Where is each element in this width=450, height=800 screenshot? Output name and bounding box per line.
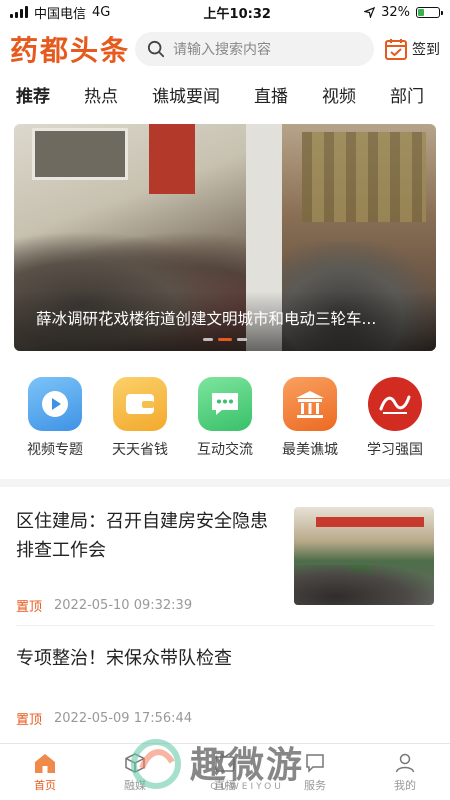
quick-link-beautiful-qiaocheng[interactable]: 最美谯城 <box>271 377 349 459</box>
carousel-dot-active <box>218 338 232 341</box>
search-bar[interactable]: 请输入搜索内容 <box>135 32 374 66</box>
section-divider <box>0 479 450 487</box>
carousel-dot <box>203 338 213 341</box>
watermark-logo-icon <box>131 739 181 789</box>
pinned-tag: 置顶 <box>16 713 43 728</box>
news-date: 2022-05-10 09:32:39 <box>54 598 193 613</box>
news-meta: 置顶 2022-05-09 17:56:44 <box>16 709 434 738</box>
news-date: 2022-05-09 17:56:44 <box>54 711 193 726</box>
watermark: 趣微游 QUWEIYOU <box>130 736 304 792</box>
home-icon <box>35 753 55 773</box>
news-meta: 置顶 2022-05-10 09:32:39 <box>16 596 271 625</box>
quick-link-label: 视频专题 <box>27 442 83 458</box>
quick-link-label: 学习强国 <box>367 442 423 458</box>
signin-label: 签到 <box>412 42 440 58</box>
app-header: 药都头条 请输入搜索内容 签到 <box>0 24 450 74</box>
service-icon <box>306 753 324 773</box>
battery-icon <box>415 6 443 18</box>
location-arrow-icon <box>364 6 376 18</box>
news-item[interactable]: 区住建局：召开自建房安全隐患排查工作会 置顶 2022-05-10 09:32:… <box>16 487 434 626</box>
news-text: 区住建局：召开自建房安全隐患排查工作会 置顶 2022-05-10 09:32:… <box>16 507 271 625</box>
tab-hot[interactable]: 热点 <box>84 82 118 107</box>
clock: 上午10:32 <box>203 6 271 22</box>
play-video-icon <box>28 377 82 431</box>
quick-link-video[interactable]: 视频专题 <box>16 377 94 459</box>
network-label: 4G <box>92 4 111 20</box>
news-title: 专项整治！宋保众带队检查 <box>16 648 232 669</box>
tabbar-mine[interactable]: 我的 <box>375 752 435 793</box>
quick-links: 视频专题 天天省钱 互动交流 最美谯城 学习强国 <box>0 377 450 459</box>
quick-link-save-money[interactable]: 天天省钱 <box>101 377 179 459</box>
quick-link-label: 天天省钱 <box>112 442 168 458</box>
tab-live[interactable]: 直播 <box>254 82 288 107</box>
tabbar-label: 我的 <box>394 778 416 792</box>
news-title: 区住建局：召开自建房安全隐患排查工作会 <box>16 511 268 561</box>
status-bar: 中国电信 4G 上午10:32 32% <box>0 0 450 24</box>
carousel-indicator <box>203 338 247 341</box>
carousel-dot <box>237 338 247 341</box>
status-right: 32% <box>364 4 443 20</box>
banner-caption: 薛冰调研花戏楼街道创建文明城市和电动三轮车... <box>36 310 377 328</box>
tabbar-label: 服务 <box>304 778 326 792</box>
calendar-check-icon <box>385 39 407 60</box>
tab-recommend[interactable]: 推荐 <box>16 82 50 107</box>
channel-tabs: 推荐 热点 谯城要闻 直播 视频 部门 <box>0 74 450 114</box>
signin-button[interactable]: 签到 <box>384 37 440 61</box>
tabbar-home[interactable]: 首页 <box>15 752 75 793</box>
news-item[interactable]: 专项整治！宋保众带队检查 置顶 2022-05-09 17:56:44 <box>16 626 434 736</box>
banner-carousel[interactable]: 薛冰调研花戏楼街道创建文明城市和电动三轮车... <box>14 124 436 351</box>
wallet-icon <box>113 377 167 431</box>
app-logo: 药都头条 <box>10 34 131 67</box>
tab-qiaocheng-news[interactable]: 谯城要闻 <box>152 82 220 107</box>
xuexi-logo-icon <box>368 377 422 431</box>
user-icon <box>395 753 415 772</box>
battery-percent: 32% <box>381 4 410 20</box>
tabbar-label: 首页 <box>34 778 56 792</box>
search-placeholder: 请输入搜索内容 <box>173 42 271 58</box>
news-thumbnail <box>294 507 434 605</box>
carrier-label: 中国电信 <box>34 6 87 22</box>
pinned-tag: 置顶 <box>16 600 43 615</box>
status-left: 中国电信 4G <box>10 3 110 22</box>
search-icon <box>147 40 165 58</box>
news-list: 区住建局：召开自建房安全隐患排查工作会 置顶 2022-05-10 09:32:… <box>0 487 450 736</box>
watermark-text-group: 趣微游 QUWEIYOU <box>190 736 304 792</box>
watermark-text: 趣微游 <box>190 744 305 786</box>
temple-icon <box>283 377 337 431</box>
quick-link-interact[interactable]: 互动交流 <box>186 377 264 459</box>
chat-bubble-icon <box>198 377 252 431</box>
quick-link-xuexi[interactable]: 学习强国 <box>356 377 434 459</box>
tab-video[interactable]: 视频 <box>322 82 356 107</box>
quick-link-label: 互动交流 <box>197 442 253 458</box>
signal-icon <box>10 6 28 18</box>
tab-department[interactable]: 部门 <box>390 82 424 107</box>
quick-link-label: 最美谯城 <box>282 442 338 458</box>
